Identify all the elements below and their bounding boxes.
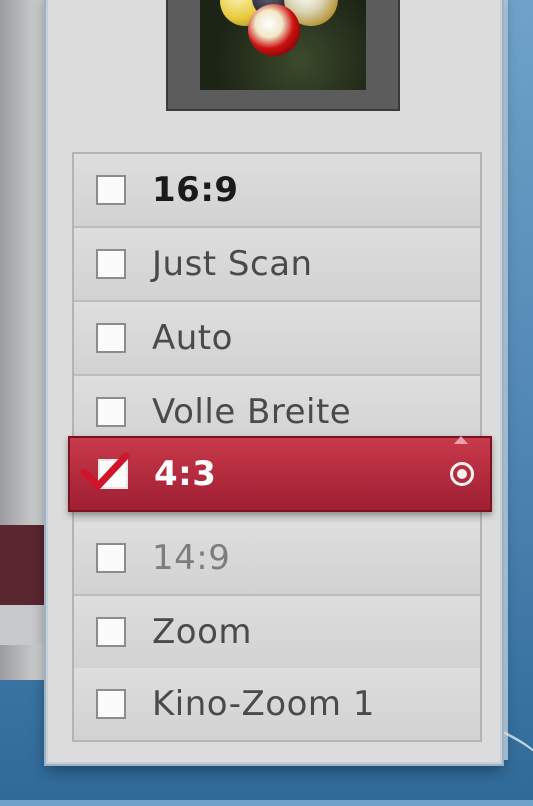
aspect-option-auto[interactable]: Auto <box>74 302 480 376</box>
aspect-option-16-9[interactable]: 16:9 <box>74 154 480 228</box>
option-label: Kino-Zoom 1 <box>152 684 375 724</box>
aspect-option-14-9[interactable]: 14:9 <box>74 522 480 596</box>
preview-thumbnail <box>166 0 400 111</box>
radio-dot-icon <box>450 462 474 486</box>
aspect-option-kino-zoom-1[interactable]: Kino-Zoom 1 <box>74 668 480 740</box>
preview-image <box>200 0 366 90</box>
option-label: Volle Breite <box>152 392 352 432</box>
aspect-option-just-scan[interactable]: Just Scan <box>74 228 480 302</box>
aspect-ratio-list: 16:9 Just Scan Auto Volle Breite 4:3 14:… <box>68 152 492 742</box>
checkbox[interactable] <box>96 397 126 427</box>
checkbox[interactable] <box>96 543 126 573</box>
up-arrow-icon <box>454 436 468 444</box>
checkmark-icon <box>80 452 130 490</box>
checkbox[interactable] <box>96 689 126 719</box>
checkbox[interactable] <box>96 249 126 279</box>
option-label: 4:3 <box>154 454 217 494</box>
aspect-option-zoom[interactable]: Zoom <box>74 596 480 670</box>
checkbox[interactable] <box>96 175 126 205</box>
option-label: Just Scan <box>152 244 313 284</box>
option-label: 14:9 <box>152 538 231 578</box>
aspect-option-4-3[interactable]: 4:3 <box>68 436 492 512</box>
red-ball-image <box>248 4 300 56</box>
aspect-ratio-panel: 16:9 Just Scan Auto Volle Breite 4:3 14:… <box>46 0 502 764</box>
option-label: 16:9 <box>152 170 239 210</box>
option-label: Zoom <box>152 612 253 652</box>
option-label: Auto <box>152 318 233 358</box>
checkbox[interactable] <box>96 617 126 647</box>
checkbox[interactable] <box>96 323 126 353</box>
